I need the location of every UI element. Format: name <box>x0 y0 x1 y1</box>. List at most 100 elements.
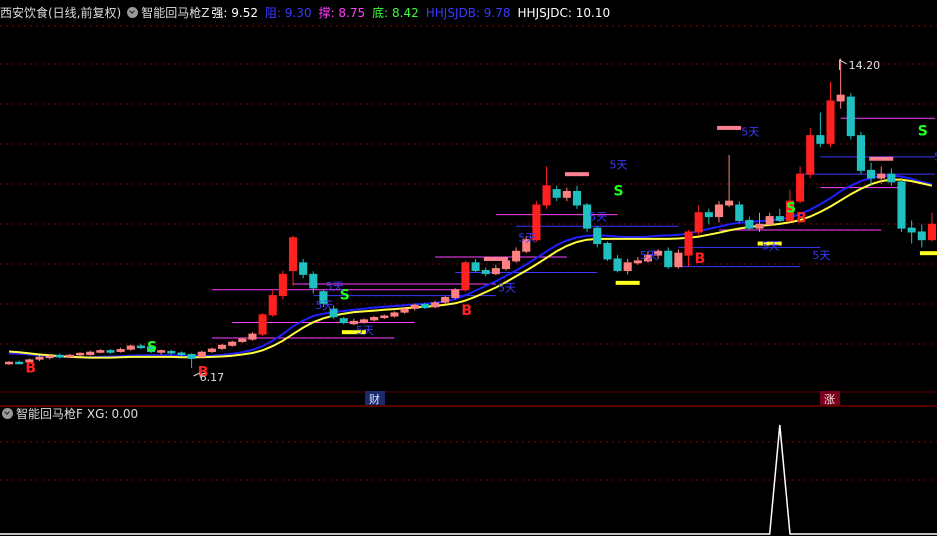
candle-body <box>258 314 267 335</box>
high-price-label: 14.20 <box>849 59 881 72</box>
candle-body <box>867 169 876 179</box>
kline-chart[interactable]: BBBBBSSSSS5天5天5天5天5天5天5天5天5天5天5天5天5天14.2… <box>0 0 937 536</box>
candle-body <box>704 212 713 218</box>
candle-body <box>775 216 784 221</box>
pink-marker-2 <box>717 125 742 130</box>
indicator-name[interactable]: 智能回马枪Z <box>141 6 209 20</box>
candle-body <box>238 338 247 342</box>
candle-body <box>430 302 440 308</box>
candle-body <box>228 341 237 346</box>
candle-body <box>157 350 166 353</box>
candle-body <box>856 135 865 171</box>
candle-body <box>542 185 551 206</box>
candle-body <box>55 354 64 358</box>
candle-body <box>664 250 673 268</box>
candle-body <box>420 303 429 309</box>
buy-signal-b-2: B <box>461 303 472 319</box>
main-header: 西安饮食(日线,前复权) 智能回马枪Z 强: 9.52 阻: 9.30 撑: 8.75 底… <box>0 4 625 22</box>
stock-title[interactable]: 西安饮食(日线,前复权) <box>0 6 121 20</box>
candle-body <box>755 223 764 229</box>
candle-body <box>765 216 774 225</box>
days-label-4: 5天 <box>518 232 536 245</box>
days-label-1: 5天 <box>326 280 344 293</box>
candle-body <box>481 270 490 275</box>
candle-body <box>278 273 287 297</box>
days-label-0: 5天 <box>315 299 333 312</box>
pink-marker-0 <box>483 256 508 261</box>
days-label-3: 5天 <box>498 282 516 295</box>
candle-body <box>248 333 257 340</box>
days-label-8: 5天 <box>741 126 759 139</box>
candle-body <box>177 352 186 356</box>
candle-body <box>816 135 825 144</box>
candle-body <box>217 344 227 349</box>
tag-cai: 财 <box>369 392 380 406</box>
candle-body <box>927 223 936 241</box>
candle-body <box>116 349 125 352</box>
candle-body <box>197 351 206 358</box>
candle-body <box>390 312 399 317</box>
candle-body <box>461 262 470 291</box>
tag-zhang: 涨 <box>824 393 835 406</box>
candle-body <box>359 319 369 323</box>
candle-body <box>288 237 298 272</box>
candle-body <box>400 308 409 313</box>
candle-body <box>725 200 734 206</box>
header-item-3: 底: 8.42 <box>372 6 419 20</box>
candle-body <box>370 317 379 321</box>
sell-signal-s-0: S <box>147 339 157 355</box>
sell-signal-s-4: S <box>918 124 928 140</box>
xg-label: XG: <box>86 407 109 421</box>
yellow-marker-3 <box>919 251 937 256</box>
sub-header: 智能回马枪F XG: 0.00 <box>0 405 146 423</box>
candle-body <box>15 361 24 365</box>
candle-body <box>35 356 44 360</box>
header-item-0: 强: 9.52 <box>211 6 258 20</box>
candle-body <box>491 268 500 275</box>
candle-body <box>76 352 85 356</box>
buy-signal-b-0: B <box>25 361 36 377</box>
candle-body <box>5 361 14 365</box>
candle-body <box>207 348 216 352</box>
header-item-2: 撑: 8.75 <box>318 6 366 20</box>
xg-value: 0.00 <box>111 407 139 421</box>
candle-body <box>167 350 176 354</box>
pink-marker-1 <box>564 172 589 177</box>
candle-body <box>106 350 115 353</box>
days-label-9: 5天 <box>762 239 780 252</box>
candle-body <box>471 262 480 272</box>
candle-body <box>96 350 105 353</box>
candle-body <box>441 297 450 303</box>
candle-body <box>552 189 561 198</box>
header-item-4: HHJSJDB: 9.78 <box>425 6 511 20</box>
candle-body <box>613 258 622 272</box>
candle-body <box>877 173 886 179</box>
candle-body <box>501 260 511 270</box>
candle-body <box>735 204 744 221</box>
candle-body <box>826 100 835 144</box>
settings-dropdown-icon[interactable] <box>127 7 139 18</box>
sub-settings-dropdown-icon[interactable] <box>2 408 13 419</box>
candle-body <box>512 250 521 262</box>
candle-body <box>603 243 612 260</box>
yellow-marker-1 <box>615 280 640 285</box>
candle-body <box>745 219 754 229</box>
candle-body <box>268 295 277 316</box>
candle-body <box>593 227 602 245</box>
candle-body <box>836 94 845 102</box>
header-item-1: 阻: 9.30 <box>265 6 312 20</box>
candle-body <box>796 173 805 202</box>
candle-body <box>299 262 308 275</box>
days-label-10: 5天 <box>812 249 830 262</box>
candle-body <box>674 252 683 268</box>
candle-body <box>380 315 389 319</box>
candle-body <box>887 173 896 183</box>
sub-indicator-name[interactable]: 智能回马枪F <box>16 407 83 421</box>
candle-body <box>806 135 815 175</box>
sell-signal-s-3: S <box>786 201 796 217</box>
candle-body <box>187 354 196 359</box>
buy-signal-b-3: B <box>695 251 706 267</box>
candle-body <box>451 289 460 298</box>
candle-body <box>339 318 348 324</box>
sell-signal-s-2: S <box>614 183 624 199</box>
